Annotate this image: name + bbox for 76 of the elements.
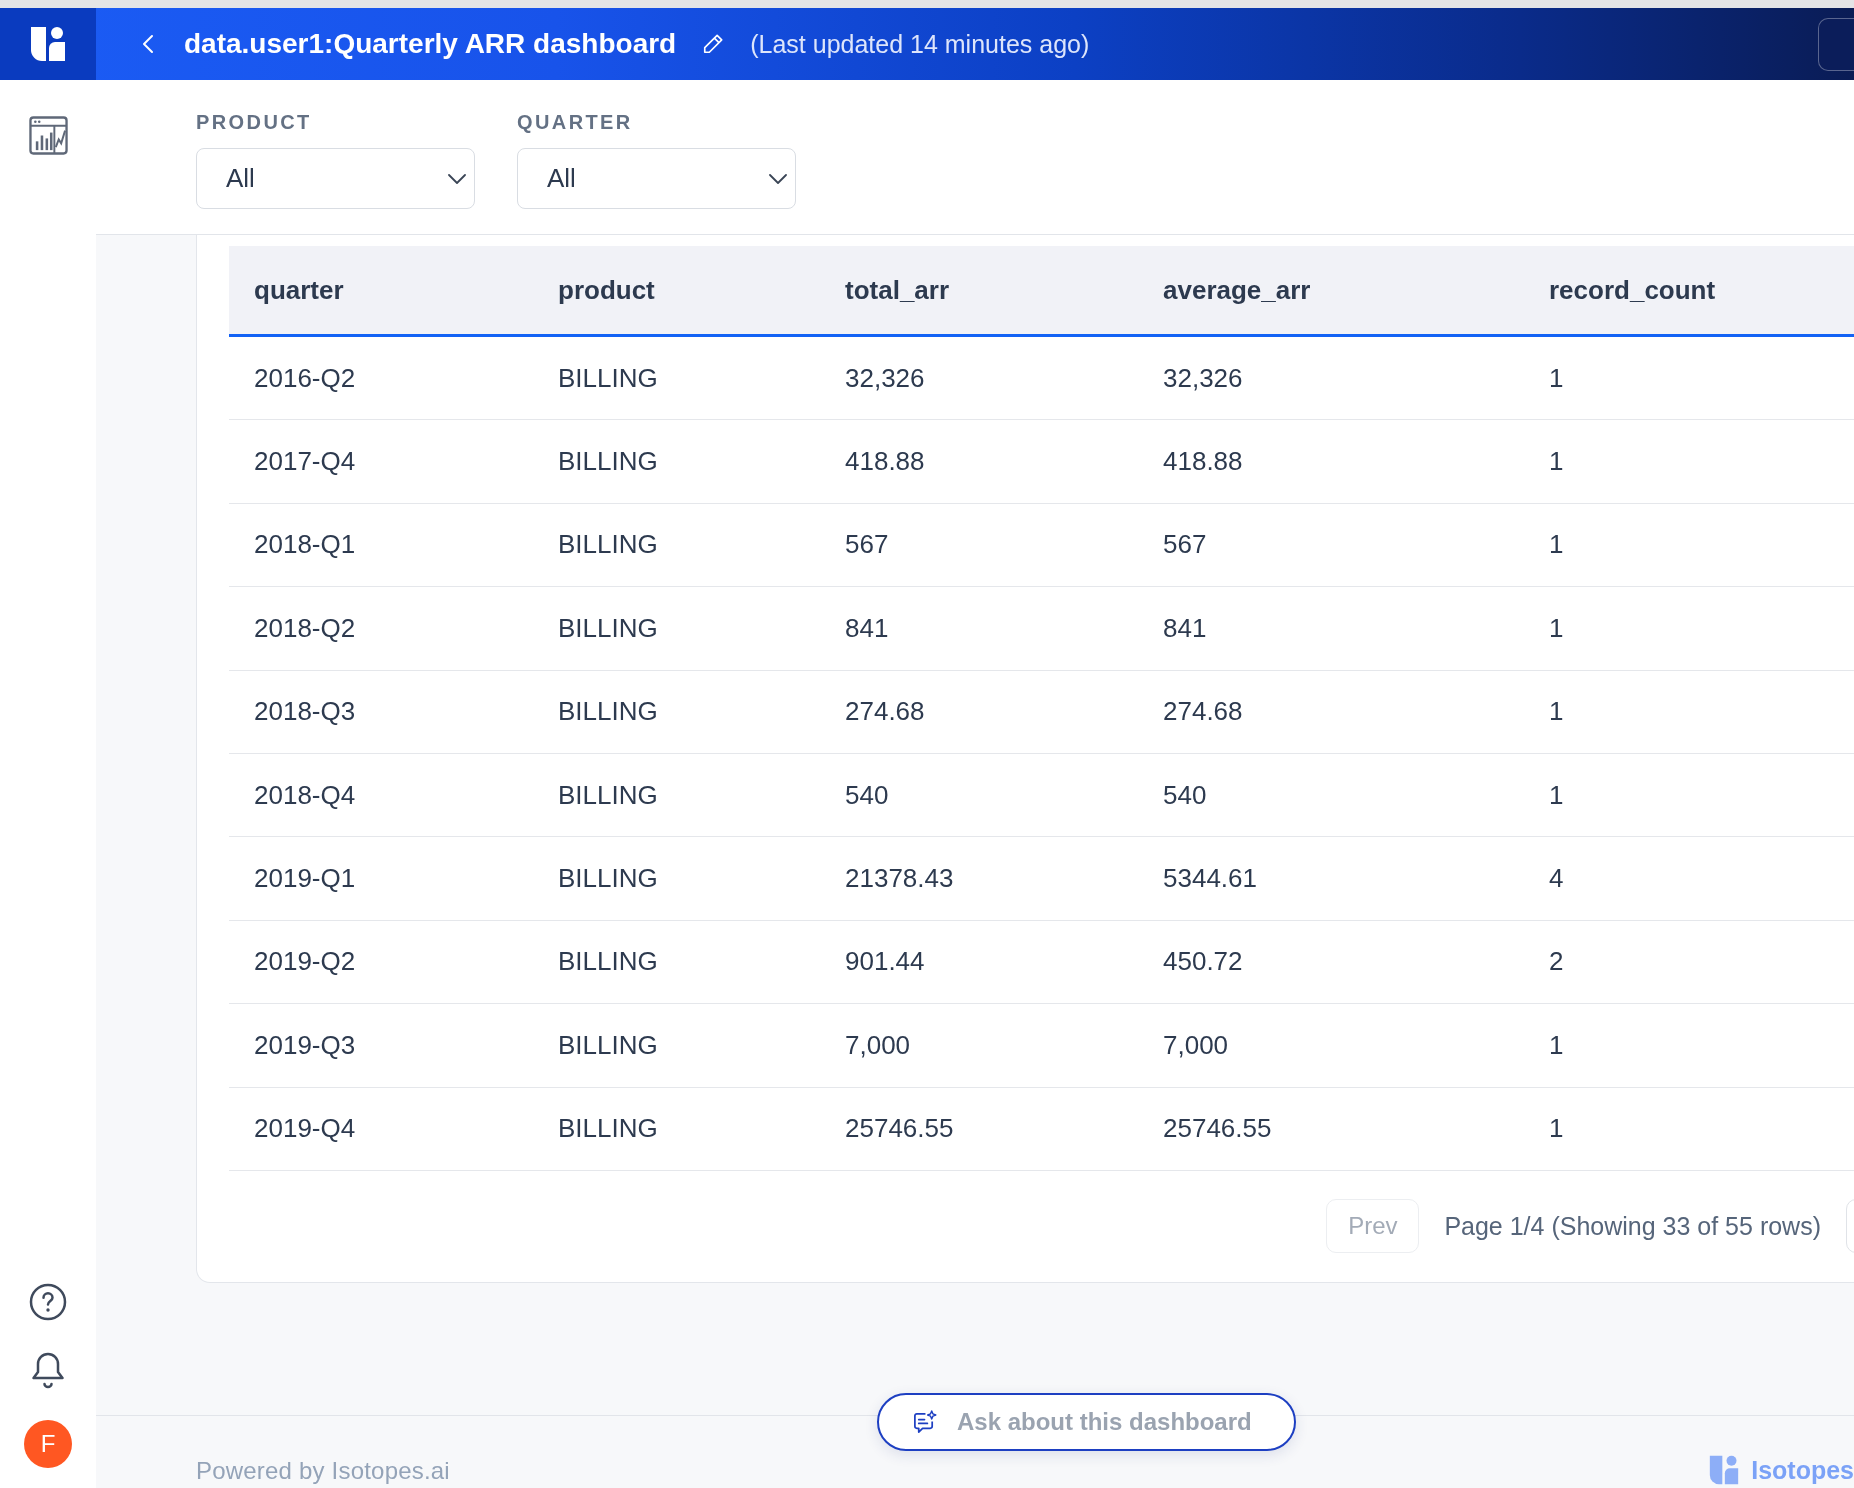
table-cell: 4 — [1549, 863, 1564, 895]
filter-label: PRODUCT — [196, 110, 312, 134]
table-cell: 1 — [1549, 362, 1564, 394]
table-cell: 32,326 — [845, 362, 925, 394]
notification-bell-icon[interactable] — [31, 1351, 65, 1389]
table-cell: BILLING — [558, 1113, 658, 1145]
table-cell: 1 — [1549, 446, 1564, 478]
table-cell: 2018-Q1 — [254, 529, 356, 561]
table-cell: 32,326 — [1163, 362, 1243, 394]
table-cell: BILLING — [558, 1029, 658, 1061]
page-status: Page 1/4 (Showing 33 of 55 rows) — [1444, 1211, 1821, 1241]
table-cell: 2 — [1549, 946, 1564, 978]
table-cell: 7,000 — [845, 1029, 911, 1061]
table-cell: BILLING — [558, 529, 658, 561]
table-cell: 25746.55 — [845, 1113, 954, 1145]
table-cell: 2018-Q4 — [254, 779, 356, 811]
table-cell: 7,000 — [1163, 1029, 1229, 1061]
powered-by-text: Powered by Isotopes.ai — [196, 1457, 450, 1485]
column-header: quarter — [254, 274, 344, 306]
table-cell: 841 — [845, 612, 889, 644]
table-cell: 567 — [845, 529, 889, 561]
edit-icon[interactable] — [702, 33, 725, 55]
table-cell: 540 — [1163, 779, 1207, 811]
table-cell: BILLING — [558, 779, 658, 811]
table-cell: 841 — [1163, 612, 1207, 644]
ask-dashboard-button[interactable]: Ask about this dashboard — [877, 1393, 1296, 1451]
table-cell: 540 — [845, 779, 889, 811]
dashboard-chart-icon[interactable] — [28, 116, 68, 155]
table-cell: 21378.43 — [845, 863, 954, 895]
dropdown[interactable]: All — [196, 148, 475, 209]
chevron-down-icon — [448, 173, 466, 184]
table-cell: 567 — [1163, 529, 1207, 561]
table-cell: BILLING — [558, 696, 658, 728]
table-cell: 1 — [1549, 696, 1564, 728]
table-cell: 2019-Q3 — [254, 1029, 356, 1061]
chevron-down-icon — [769, 173, 787, 184]
table-cell: BILLING — [558, 446, 658, 478]
table-cell: BILLING — [558, 946, 658, 978]
table-cell: 1 — [1549, 779, 1564, 811]
table-cell: 1 — [1549, 1113, 1564, 1145]
logo-icon — [1709, 1455, 1740, 1485]
table-cell: 901.44 — [845, 946, 925, 978]
column-header: total_arr — [845, 274, 950, 306]
table-cell: 25746.55 — [1163, 1113, 1272, 1145]
column-header: average_arr — [1163, 274, 1311, 306]
table-cell: 418.88 — [845, 446, 925, 478]
table-cell: 2018-Q2 — [254, 612, 356, 644]
table-cell: 5344.61 — [1163, 863, 1257, 895]
table-cell: 450.72 — [1163, 946, 1243, 978]
back-icon[interactable] — [142, 34, 154, 54]
table-cell: 274.68 — [845, 696, 925, 728]
logo-icon[interactable] — [30, 26, 66, 62]
table-cell: 2019-Q1 — [254, 863, 356, 895]
table-cell: BILLING — [558, 362, 658, 394]
table-cell: 1 — [1549, 612, 1564, 644]
column-header: record_count — [1549, 274, 1716, 306]
brand-name: Isotopes — [1751, 1455, 1854, 1485]
table-cell: 2017-Q4 — [254, 446, 356, 478]
table-cell: 1 — [1549, 1029, 1564, 1061]
table-cell: 2019-Q2 — [254, 946, 356, 978]
table-cell: BILLING — [558, 863, 658, 895]
dashboard-title: data.user1:Quarterly ARR dashboard — [184, 28, 677, 60]
table-cell: BILLING — [558, 612, 658, 644]
column-header: product — [558, 274, 655, 306]
last-updated-text: (Last updated 14 minutes ago) — [750, 29, 1090, 59]
table-cell: 2019-Q4 — [254, 1113, 356, 1145]
table-cell: 418.88 — [1163, 446, 1243, 478]
filter-label: QUARTER — [517, 110, 633, 134]
table-cell: 2016-Q2 — [254, 362, 356, 394]
help-icon[interactable] — [29, 1283, 67, 1321]
user-avatar[interactable]: F — [24, 1420, 72, 1468]
table-cell: 1 — [1549, 529, 1564, 561]
dropdown[interactable]: All — [517, 148, 796, 209]
table-cell: 274.68 — [1163, 696, 1243, 728]
chat-sparkle-icon — [912, 1409, 937, 1435]
table-cell: 2018-Q3 — [254, 696, 356, 728]
